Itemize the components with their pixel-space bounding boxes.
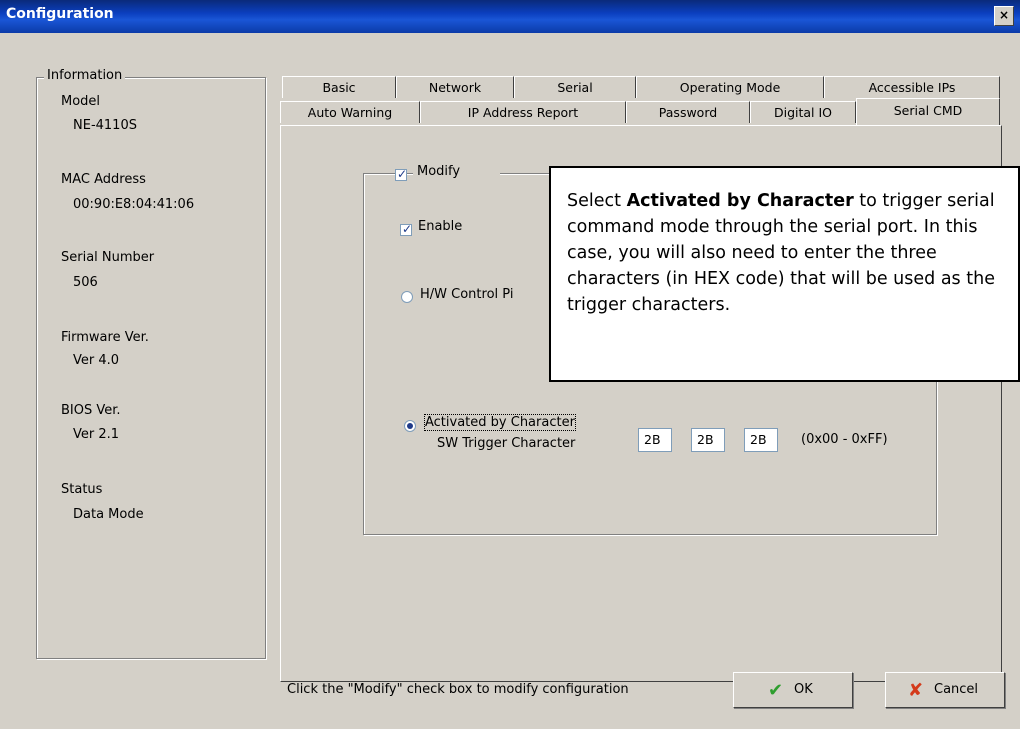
tab-operating-mode[interactable]: Operating Mode [636,76,824,98]
tab-password[interactable]: Password [626,101,750,123]
title-bar: Configuration × [0,0,1020,33]
ok-button[interactable]: ✔ OK [733,672,853,708]
trigger-char-1-field[interactable]: 2B [638,428,672,452]
status-value: Data Mode [73,507,144,522]
enable-label: Enable [418,219,463,234]
footer-hint: Click the "Modify" check box to modify c… [287,682,629,697]
trigger-char-2-field[interactable]: 2B [691,428,725,452]
hw-control-pin-radio[interactable] [401,291,413,303]
trigger-char-3-field[interactable]: 2B [744,428,778,452]
close-button[interactable]: × [994,6,1014,26]
tab-basic[interactable]: Basic [282,76,396,98]
sw-trigger-character-label: SW Trigger Character [437,436,576,451]
tab-network[interactable]: Network [396,76,514,98]
hw-control-pin-label: H/W Control Pi [420,287,514,302]
hex-range-hint: (0x00 - 0xFF) [801,432,888,447]
mac-address-value: 00:90:E8:04:41:06 [73,197,195,212]
bios-label: BIOS Ver. [61,403,121,418]
ok-button-label: OK [794,682,813,697]
mac-address-label: MAC Address [61,172,146,187]
radio-selected-dot [407,423,413,429]
information-legend: Information [44,68,126,83]
tab-ip-address-report[interactable]: IP Address Report [420,101,626,123]
serial-number-value: 506 [73,275,98,290]
activated-by-character-label[interactable]: Activated by Character [424,414,576,431]
check-icon: ✓ [402,222,413,236]
bios-value: Ver 2.1 [73,427,120,442]
check-icon: ✓ [397,167,408,181]
activated-by-character-radio[interactable] [404,420,416,432]
information-group [36,77,266,659]
firmware-label: Firmware Ver. [61,330,149,345]
tab-auto-warning[interactable]: Auto Warning [280,101,420,123]
callout-text-before: Select [567,191,627,211]
model-value: NE-4110S [73,118,137,133]
tab-digital-io[interactable]: Digital IO [750,101,856,123]
enable-checkbox[interactable]: ✓ [400,222,413,236]
cancel-button[interactable]: ✘ Cancel [885,672,1005,708]
callout-text: Select Activated by Character to trigger… [567,188,1018,318]
tab-serial[interactable]: Serial [514,76,636,98]
modify-checkbox[interactable]: ✓ [395,167,408,181]
help-callout: Select Activated by Character to trigger… [549,166,1020,382]
model-label: Model [61,94,101,109]
callout-text-bold: Activated by Character [626,191,854,211]
checkmark-icon: ✔ [768,680,784,701]
modify-label: Modify [413,164,501,179]
cancel-button-label: Cancel [934,682,979,697]
window-title: Configuration [6,6,114,22]
tab-serial-cmd[interactable]: Serial CMD [856,98,1000,125]
status-label: Status [61,482,103,497]
tab-accessible-ips[interactable]: Accessible IPs [824,76,1000,98]
cancel-x-icon: ✘ [908,680,924,701]
firmware-value: Ver 4.0 [73,353,120,368]
serial-number-label: Serial Number [61,250,155,265]
